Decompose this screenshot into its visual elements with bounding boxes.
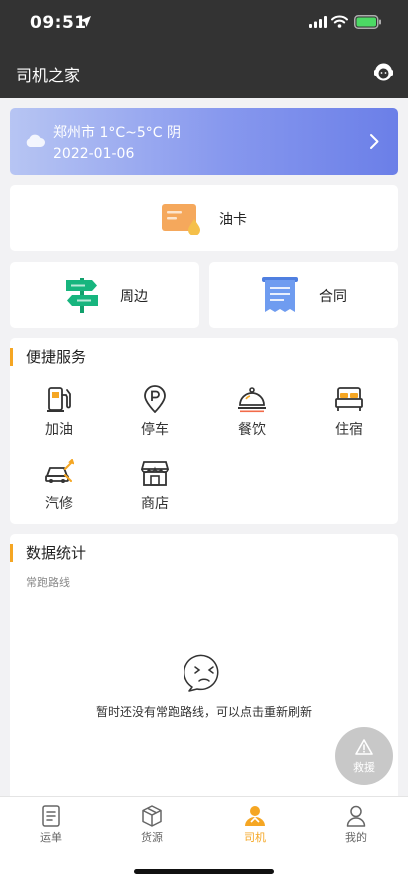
service-lodging[interactable]: 住宿 [319, 385, 379, 439]
weather-date: 2022-01-06 [53, 146, 135, 162]
quick-services-card: 便捷服务 加油 停车 餐饮 住宿 汽修 商店 [10, 338, 398, 524]
service-parking[interactable]: 停车 [125, 385, 185, 439]
tab-waybill-label: 运单 [40, 831, 62, 844]
bed-icon [335, 387, 363, 411]
service-fuel-label: 加油 [45, 422, 73, 438]
weather-banner[interactable]: 郑州市 1°C~5°C 阴 2022-01-06 [10, 108, 398, 175]
rescue-button[interactable]: 救援 [335, 727, 393, 785]
statistics-title: 数据统计 [10, 544, 86, 562]
chevron-right-icon [370, 134, 379, 149]
service-store-label: 商店 [141, 496, 169, 512]
customer-service-icon[interactable] [373, 62, 394, 83]
service-car-repair[interactable]: 汽修 [29, 459, 89, 513]
service-car-repair-label: 汽修 [45, 496, 73, 512]
battery-icon [354, 15, 381, 29]
tab-mine[interactable]: 我的 [326, 805, 386, 845]
service-store[interactable]: 商店 [125, 459, 185, 513]
contract-document-icon [262, 277, 298, 312]
fuel-card-icon [162, 204, 200, 235]
surroundings-entry[interactable]: 周边 [10, 262, 199, 328]
page-title: 司机之家 [16, 66, 81, 85]
profile-icon [346, 805, 366, 827]
fuel-pump-icon [47, 387, 71, 412]
location-arrow-icon [80, 16, 91, 27]
signpost-icon [66, 278, 98, 313]
tab-driver-label: 司机 [244, 831, 266, 844]
top-navbar: 司机之家 [0, 48, 408, 98]
tab-mine-label: 我的 [345, 831, 367, 844]
contract-label: 合同 [319, 289, 347, 305]
home-indicator [134, 869, 274, 874]
parking-icon [144, 385, 166, 413]
cellular-signal-icon [309, 16, 327, 28]
service-lodging-label: 住宿 [335, 422, 363, 438]
rescue-label: 救援 [353, 761, 375, 774]
wifi-icon [331, 15, 348, 28]
dining-icon [238, 387, 266, 413]
tab-cargo-label: 货源 [141, 831, 163, 844]
service-dining[interactable]: 餐饮 [222, 385, 282, 439]
service-fuel[interactable]: 加油 [29, 385, 89, 439]
contract-entry[interactable]: 合同 [209, 262, 398, 328]
service-parking-label: 停车 [141, 422, 169, 438]
car-repair-icon [45, 459, 74, 483]
tab-cargo[interactable]: 货源 [122, 805, 182, 845]
store-icon [141, 461, 169, 486]
sad-face-icon [184, 654, 219, 692]
fuel-card-label: 油卡 [219, 212, 247, 228]
quick-services-title: 便捷服务 [10, 348, 86, 366]
status-bar: 09:51 [0, 0, 408, 48]
warning-triangle-icon [355, 739, 373, 755]
cargo-box-icon [142, 805, 162, 827]
surroundings-label: 周边 [120, 289, 148, 305]
driver-icon [245, 806, 265, 826]
service-dining-label: 餐饮 [238, 422, 266, 438]
tab-waybill[interactable]: 运单 [21, 805, 81, 845]
frequent-routes-subtitle: 常跑路线 [26, 576, 70, 589]
empty-state-message[interactable]: 暂时还没有常跑路线，可以点击重新刷新 [0, 703, 408, 720]
tab-driver[interactable]: 司机 [225, 805, 285, 845]
waybill-icon [42, 805, 60, 827]
cloud-icon [26, 134, 45, 147]
weather-summary: 郑州市 1°C~5°C 阴 [53, 125, 181, 141]
fuel-card-entry[interactable]: 油卡 [10, 185, 398, 251]
